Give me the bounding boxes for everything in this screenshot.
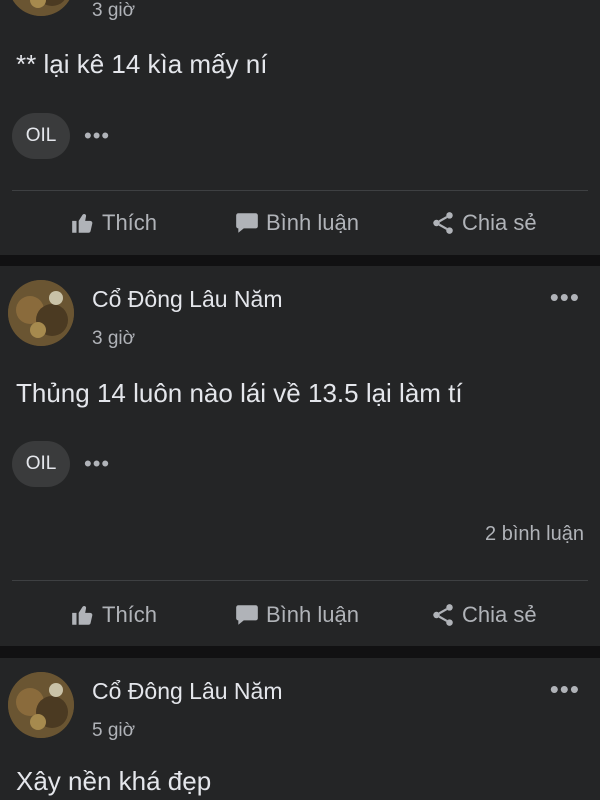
comment-label: Bình luận xyxy=(266,210,359,235)
post-1: 3 giờ ** lại kê 14 kìa mấy ní OIL ••• Th… xyxy=(0,0,600,255)
post-time: 3 giờ xyxy=(92,328,136,349)
like-button[interactable]: Thích xyxy=(70,198,157,248)
avatar[interactable] xyxy=(8,0,74,16)
like-button[interactable]: Thích xyxy=(70,590,157,640)
post-time: 3 giờ xyxy=(92,0,136,21)
post-text: Xây nền khá đẹp xyxy=(16,766,212,796)
divider xyxy=(12,190,588,191)
avatar-image xyxy=(8,280,74,346)
more-icon[interactable]: ••• xyxy=(84,451,110,477)
avatar-image xyxy=(8,0,74,16)
share-icon xyxy=(433,604,453,626)
thumbs-up-icon xyxy=(72,606,93,625)
share-label: Chia sẻ xyxy=(462,602,537,627)
share-button[interactable]: Chia sẻ xyxy=(430,590,537,640)
comment-icon xyxy=(236,605,258,625)
post-2: Cổ Đông Lâu Năm 3 giờ ••• Thủng 14 luôn … xyxy=(0,266,600,646)
more-icon[interactable]: ••• xyxy=(84,123,110,149)
action-bar: Thích Bình luận Chia sẻ xyxy=(0,590,600,640)
post-time: 5 giờ xyxy=(92,720,136,741)
post-text: ** lại kê 14 kìa mấy ní xyxy=(16,49,268,79)
action-bar: Thích Bình luận Chia sẻ xyxy=(0,198,600,248)
comment-label: Bình luận xyxy=(266,602,359,627)
post-text: Thủng 14 luôn nào lái về 13.5 lại làm tí xyxy=(16,378,463,408)
share-icon xyxy=(433,212,453,234)
avatar-image xyxy=(8,672,74,738)
thumbs-up-icon xyxy=(72,214,93,233)
more-icon[interactable]: ••• xyxy=(550,282,580,313)
more-icon[interactable]: ••• xyxy=(550,674,580,705)
author-name[interactable]: Cổ Đông Lâu Năm xyxy=(92,678,283,705)
like-label: Thích xyxy=(102,602,158,627)
post-3: Cổ Đông Lâu Năm 5 giờ ••• Xây nền khá đẹ… xyxy=(0,658,600,800)
comment-count[interactable]: 2 bình luận xyxy=(485,523,584,546)
avatar[interactable] xyxy=(8,280,74,346)
comment-button[interactable]: Bình luận xyxy=(234,198,359,248)
stock-tag[interactable]: OIL xyxy=(12,441,70,487)
comment-button[interactable]: Bình luận xyxy=(234,590,359,640)
avatar[interactable] xyxy=(8,672,74,738)
share-button[interactable]: Chia sẻ xyxy=(430,198,537,248)
share-label: Chia sẻ xyxy=(462,210,537,235)
divider xyxy=(12,580,588,581)
like-label: Thích xyxy=(102,210,158,235)
stock-tag[interactable]: OIL xyxy=(12,113,70,159)
comment-icon xyxy=(236,213,258,233)
author-name[interactable]: Cổ Đông Lâu Năm xyxy=(92,286,283,313)
